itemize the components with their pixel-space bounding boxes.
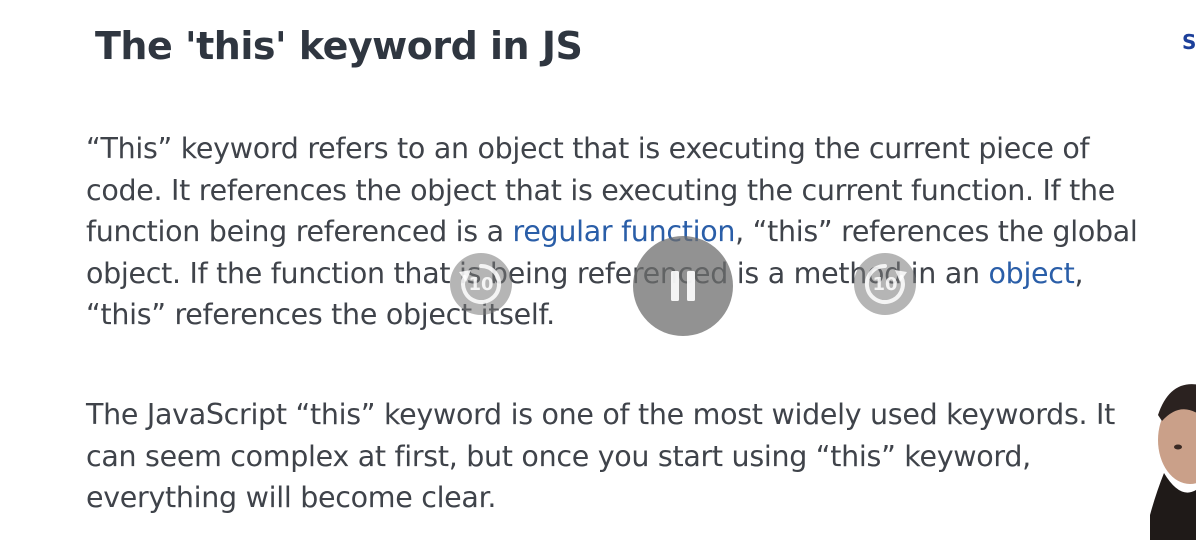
paragraph-this-usage: The JavaScript “this” keyword is one of … xyxy=(86,394,1115,519)
pause-button[interactable] xyxy=(633,236,733,336)
paragraph-line: can seem complex at first, but once you … xyxy=(86,439,1031,473)
paragraph-line: object. If the function that is being re… xyxy=(86,253,1138,295)
presenter-webcam xyxy=(1150,375,1196,540)
paragraph-line: function being referenced is a regular f… xyxy=(86,211,1138,253)
paragraph-line: “this” references the object itself. xyxy=(86,298,555,331)
rewind-10-button[interactable]: 10 xyxy=(450,253,512,315)
corner-link[interactable]: S xyxy=(1182,30,1196,54)
text-segment: function being referenced is a xyxy=(86,215,513,248)
forward-seconds-label: 10 xyxy=(872,273,898,295)
text-segment: , xyxy=(1074,256,1084,290)
object-link[interactable]: object xyxy=(989,257,1075,290)
pause-icon xyxy=(671,271,695,301)
forward-10-button[interactable]: 10 xyxy=(854,253,916,315)
paragraph-this-definition: “This” keyword refers to an object that … xyxy=(86,128,1138,336)
rewind-seconds-label: 10 xyxy=(468,273,494,295)
paragraph-line: code. It references the object that is e… xyxy=(86,173,1115,207)
paragraph-line: everything will become clear. xyxy=(86,481,497,514)
paragraph-line: The JavaScript “this” keyword is one of … xyxy=(86,398,1116,431)
slide-title: The 'this' keyword in JS xyxy=(95,24,583,68)
paragraph-line: “This” keyword refers to an object that … xyxy=(86,132,1090,165)
presenter-avatar-icon xyxy=(1150,384,1196,540)
text-segment: , “this” references the global xyxy=(735,215,1138,248)
